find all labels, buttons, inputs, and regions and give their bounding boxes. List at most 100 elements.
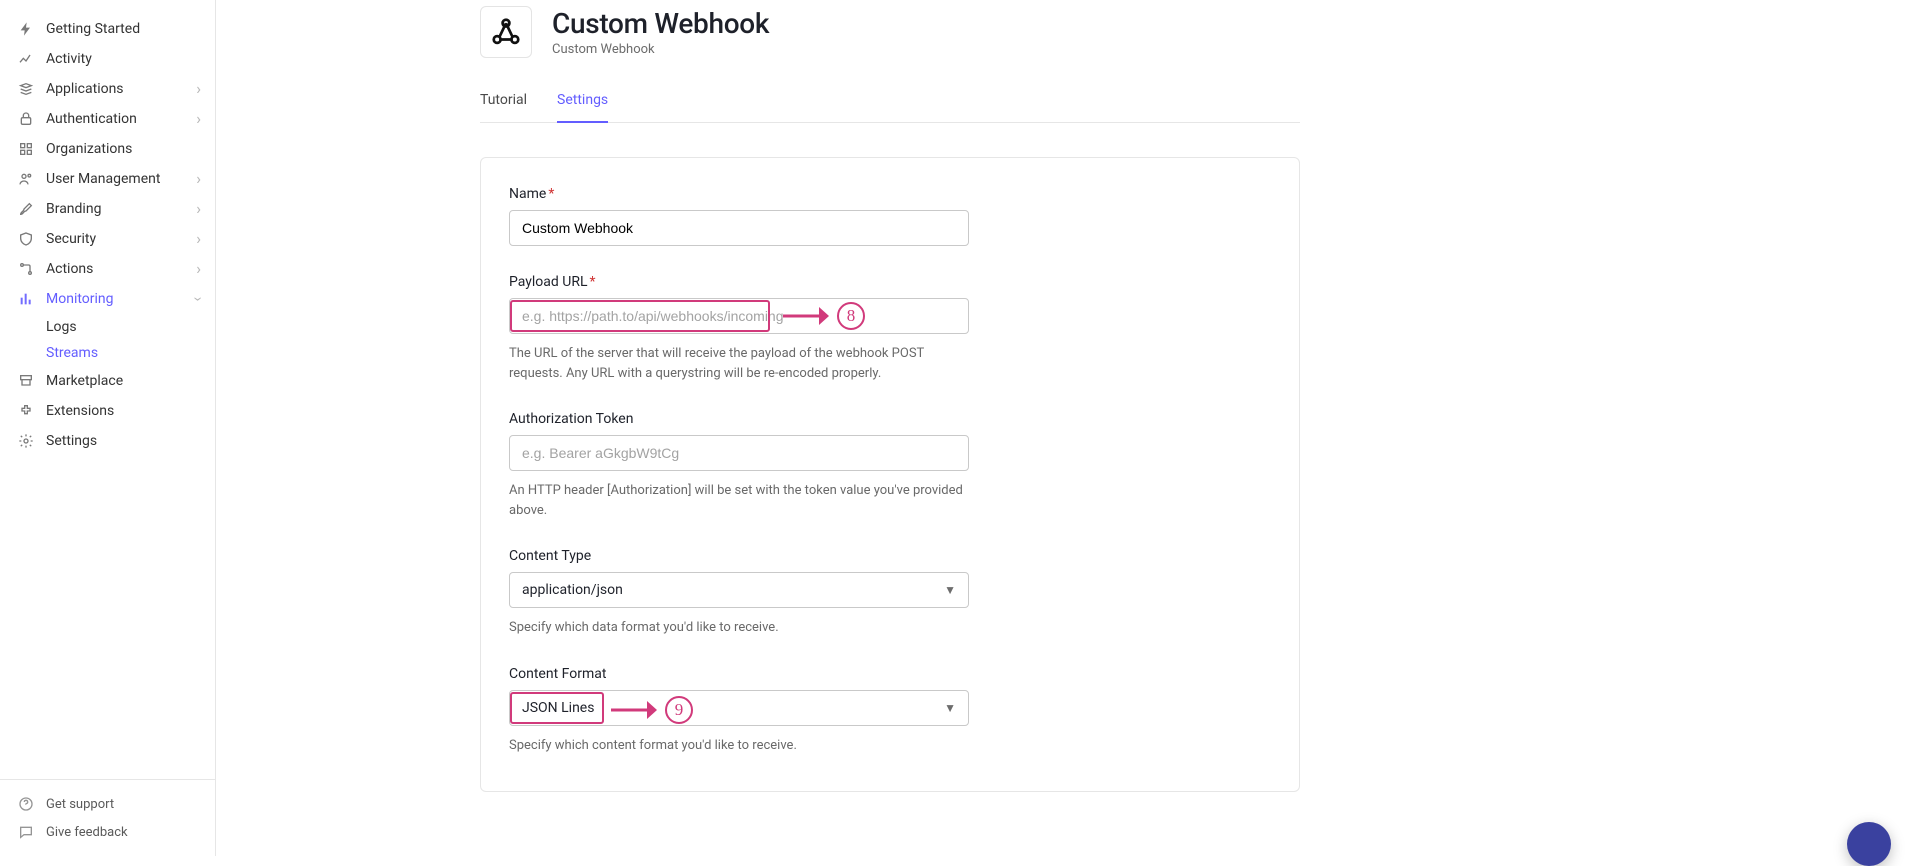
sidebar-item-label: Settings xyxy=(46,433,97,449)
name-label: Name* xyxy=(509,186,1271,202)
tab-label: Tutorial xyxy=(480,92,527,108)
sidebar-item-branding[interactable]: Branding › xyxy=(0,194,215,224)
sidebar-item-applications[interactable]: Applications › xyxy=(0,74,215,104)
required-asterisk: * xyxy=(548,186,554,202)
sidebar-item-activity[interactable]: Activity xyxy=(0,44,215,74)
chart-icon xyxy=(18,51,34,67)
sidebar-item-organizations[interactable]: Organizations xyxy=(0,134,215,164)
sidebar-item-settings[interactable]: Settings xyxy=(0,426,215,456)
sidebar-item-getting-started[interactable]: Getting Started xyxy=(0,14,215,44)
sidebar-subitem-streams[interactable]: Streams xyxy=(46,340,215,366)
sidebar-support[interactable]: Get support xyxy=(0,790,215,818)
lock-icon xyxy=(18,111,34,127)
sidebar-support-label: Get support xyxy=(46,797,114,812)
sidebar-item-security[interactable]: Security › xyxy=(0,224,215,254)
sidebar-item-label: Getting Started xyxy=(46,21,140,37)
sidebar-bottom: Get support Give feedback xyxy=(0,779,215,856)
field-payload-url: Payload URL* The URL of the server that … xyxy=(509,274,1271,383)
caret-icon: ▼ xyxy=(944,583,956,597)
payload-url-label: Payload URL* xyxy=(509,274,1271,290)
tab-label: Settings xyxy=(557,92,608,108)
label-text: Name xyxy=(509,186,546,202)
sidebar-item-user-management[interactable]: User Management › xyxy=(0,164,215,194)
sidebar-item-label: Security xyxy=(46,231,96,247)
bolt-icon xyxy=(18,21,34,37)
label-text: Payload URL xyxy=(509,274,588,290)
sidebar-item-label: Authentication xyxy=(46,111,137,127)
page-header: Custom Webhook Custom Webhook xyxy=(480,6,1300,58)
users-icon xyxy=(18,171,34,187)
help-icon xyxy=(18,796,34,812)
sidebar-feedback[interactable]: Give feedback xyxy=(0,818,215,846)
brush-icon xyxy=(18,201,34,217)
flow-icon xyxy=(18,261,34,277)
chevron-right-icon: › xyxy=(196,81,201,97)
tab-tutorial[interactable]: Tutorial xyxy=(480,92,527,122)
field-content-type: Content Type application/json ▼ Specify … xyxy=(509,548,1271,638)
webhook-logo xyxy=(480,6,532,58)
monitoring-sublist: Logs Streams xyxy=(0,314,215,366)
sidebar-item-marketplace[interactable]: Marketplace xyxy=(0,366,215,396)
sidebar-item-label: Organizations xyxy=(46,141,132,157)
sidebar-item-authentication[interactable]: Authentication › xyxy=(0,104,215,134)
field-auth-token: Authorization Token An HTTP header [Auth… xyxy=(509,411,1271,520)
sidebar-item-label: Extensions xyxy=(46,403,114,419)
help-bubble[interactable] xyxy=(1847,822,1891,866)
content-type-label: Content Type xyxy=(509,548,1271,564)
auth-token-label: Authorization Token xyxy=(509,411,1271,427)
sidebar-nav-list: Getting Started Activity Applications › … xyxy=(0,0,215,779)
content-format-help: Specify which content format you'd like … xyxy=(509,736,969,756)
sidebar-subitem-label: Streams xyxy=(46,345,98,361)
sidebar-item-label: Applications xyxy=(46,81,124,97)
shield-icon xyxy=(18,231,34,247)
settings-card: Name* Payload URL* The URL of the server… xyxy=(480,157,1300,792)
caret-icon: ▼ xyxy=(944,701,956,715)
content-type-select[interactable]: application/json ▼ xyxy=(509,572,969,608)
grid-icon xyxy=(18,141,34,157)
auth-token-input[interactable] xyxy=(509,435,969,471)
sidebar-item-label: Marketplace xyxy=(46,373,123,389)
cart-icon xyxy=(18,373,34,389)
sidebar-subitem-label: Logs xyxy=(46,319,77,335)
page-subtitle: Custom Webhook xyxy=(552,42,769,57)
content-format-select[interactable]: JSON Lines ▼ xyxy=(509,690,969,726)
bars-icon xyxy=(18,291,34,307)
payload-url-help: The URL of the server that will receive … xyxy=(509,344,969,383)
sidebar-item-label: Actions xyxy=(46,261,93,277)
sidebar-item-label: Branding xyxy=(46,201,101,217)
stack-icon xyxy=(18,81,34,97)
chevron-right-icon: › xyxy=(196,111,201,127)
chevron-right-icon: › xyxy=(196,231,201,247)
main-area: Custom Webhook Custom Webhook Tutorial S… xyxy=(216,0,1913,856)
content-format-value: JSON Lines xyxy=(522,700,594,716)
chevron-right-icon: › xyxy=(196,171,201,187)
sidebar: Getting Started Activity Applications › … xyxy=(0,0,216,856)
chevron-right-icon: › xyxy=(196,201,201,217)
sidebar-item-label: User Management xyxy=(46,171,160,187)
tabs: Tutorial Settings xyxy=(480,92,1300,123)
tab-settings[interactable]: Settings xyxy=(557,92,608,122)
content-type-value: application/json xyxy=(522,582,623,598)
chevron-down-icon: › xyxy=(191,297,207,302)
sidebar-item-label: Activity xyxy=(46,51,92,67)
chat-icon xyxy=(18,824,34,840)
sidebar-item-label: Monitoring xyxy=(46,291,114,307)
sidebar-item-monitoring[interactable]: Monitoring › xyxy=(0,284,215,314)
payload-url-input[interactable] xyxy=(509,298,969,334)
sidebar-item-extensions[interactable]: Extensions xyxy=(0,396,215,426)
content-type-help: Specify which data format you'd like to … xyxy=(509,618,969,638)
content: Custom Webhook Custom Webhook Tutorial S… xyxy=(480,0,1300,856)
name-input[interactable] xyxy=(509,210,969,246)
field-content-format: Content Format JSON Lines ▼ Specify whic… xyxy=(509,666,1271,756)
sidebar-subitem-logs[interactable]: Logs xyxy=(46,314,215,340)
chevron-right-icon: › xyxy=(196,261,201,277)
title-block: Custom Webhook Custom Webhook xyxy=(552,7,769,57)
sidebar-feedback-label: Give feedback xyxy=(46,825,128,840)
field-name: Name* xyxy=(509,186,1271,246)
sidebar-item-actions[interactable]: Actions › xyxy=(0,254,215,284)
required-asterisk: * xyxy=(590,274,596,290)
content-format-label: Content Format xyxy=(509,666,1271,682)
page-title: Custom Webhook xyxy=(552,7,769,40)
gear-icon xyxy=(18,433,34,449)
puzzle-icon xyxy=(18,403,34,419)
